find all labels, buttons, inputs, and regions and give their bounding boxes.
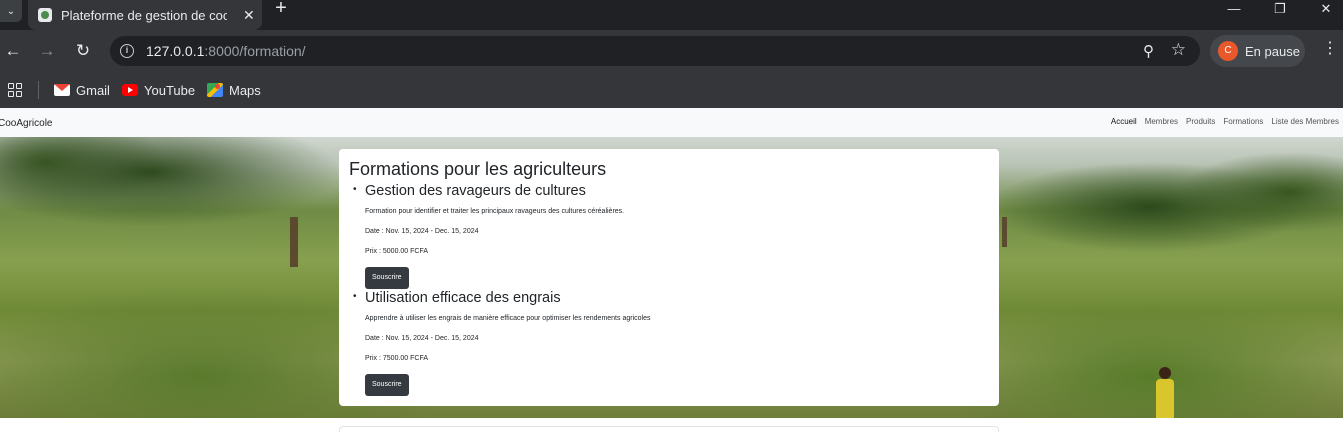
formation-description: Apprendre à utiliser les engrais de mani… — [365, 315, 651, 322]
bookmark-maps[interactable]: Maps — [207, 80, 261, 100]
site-nav-links: Accueil Membres Produits Formations List… — [1111, 117, 1339, 126]
bookmark-label: Gmail — [76, 82, 110, 98]
page-title: Formations pour les agriculteurs — [349, 159, 607, 179]
formation-price: Prix : 5000.00 FCFA — [365, 248, 429, 255]
list-item: • Utilisation efficace des engrais Appre… — [349, 289, 989, 396]
nav-link-accueil[interactable]: Accueil — [1111, 117, 1137, 126]
bookmarks-bar: Gmail YouTube Maps — [0, 72, 1343, 108]
formation-title: Utilisation efficace des engrais — [365, 290, 561, 306]
bookmark-label: Maps — [229, 82, 261, 98]
bullet-icon: • — [353, 184, 357, 195]
tab-title: Plateforme de gestion de coopé — [61, 7, 227, 23]
profile-status: En pause — [1245, 43, 1300, 59]
back-button[interactable]: ← — [0, 38, 26, 64]
nav-link-liste-membres[interactable]: Liste des Membres — [1271, 117, 1339, 126]
new-tab-button[interactable]: + — [272, 0, 290, 18]
bookmark-youtube[interactable]: YouTube — [122, 80, 195, 100]
nav-link-membres[interactable]: Membres — [1145, 117, 1178, 126]
next-card — [339, 426, 999, 432]
zoom-out-icon[interactable]: ⚲ — [1143, 42, 1154, 60]
close-window-button[interactable]: ✕ — [1313, 0, 1339, 18]
formation-date: Date : Nov. 15, 2024 - Dec. 15, 2024 — [365, 335, 479, 342]
site-brand[interactable]: CooAgricole — [0, 118, 52, 129]
browser-tab[interactable]: Plateforme de gestion de coopé ✕ — [28, 0, 262, 30]
site-navbar: CooAgricole Accueil Membres Produits For… — [0, 108, 1343, 137]
farmer-figure — [1154, 367, 1176, 418]
nav-link-produits[interactable]: Produits — [1186, 117, 1215, 126]
chevron-down-icon[interactable]: ⌄ — [0, 0, 22, 22]
reload-button[interactable]: ↻ — [70, 38, 96, 64]
close-tab-icon[interactable]: ✕ — [243, 7, 255, 24]
formation-description: Formation pour identifier et traiter les… — [365, 208, 625, 215]
list-item: • Gestion des ravageurs de cultures Form… — [349, 182, 989, 289]
forward-button[interactable]: → — [34, 38, 60, 64]
tab-strip: ⌄ Plateforme de gestion de coopé ✕ + — ❐… — [0, 0, 1343, 30]
subscribe-button[interactable]: Souscrire — [365, 374, 409, 396]
bullet-icon: • — [353, 291, 357, 302]
address-bar[interactable]: i 127.0.0.1:8000/formation/ ⚲ ☆ — [110, 36, 1200, 66]
formation-title: Gestion des ravageurs de cultures — [365, 183, 586, 199]
browser-menu-icon[interactable]: ⋮ — [1322, 38, 1338, 58]
maps-icon — [207, 83, 223, 97]
apps-grid-icon[interactable] — [8, 83, 22, 97]
url-host: 127.0.0.1 — [146, 43, 205, 59]
restore-button[interactable]: ❐ — [1267, 0, 1293, 18]
bookmarks-divider — [38, 81, 39, 99]
bookmark-gmail[interactable]: Gmail — [54, 80, 110, 100]
web-page: CooAgricole Accueil Membres Produits For… — [0, 108, 1343, 432]
tree-trunk — [290, 217, 298, 267]
subscribe-button[interactable]: Souscrire — [365, 267, 409, 289]
bookmark-label: YouTube — [144, 82, 196, 98]
tree-trunk — [1002, 217, 1007, 247]
youtube-icon — [122, 84, 138, 96]
formation-price: Prix : 7500.00 FCFA — [365, 355, 429, 362]
site-favicon-icon — [38, 8, 52, 22]
url-path: :8000/formation/ — [204, 43, 306, 59]
gmail-icon — [54, 84, 70, 96]
formation-date: Date : Nov. 15, 2024 - Dec. 15, 2024 — [365, 228, 479, 235]
profile-button[interactable]: C En pause — [1210, 35, 1305, 67]
site-info-icon[interactable]: i — [120, 44, 134, 58]
browser-toolbar: ← → ↻ i 127.0.0.1:8000/formation/ ⚲ ☆ C … — [0, 30, 1343, 72]
avatar: C — [1218, 41, 1238, 61]
formations-card: Formations pour les agriculteurs • Gesti… — [339, 149, 999, 406]
minimize-button[interactable]: — — [1221, 0, 1247, 18]
url-text[interactable]: 127.0.0.1:8000/formation/ — [146, 43, 306, 59]
nav-link-formations[interactable]: Formations — [1223, 117, 1263, 126]
bookmark-star-icon[interactable]: ☆ — [1171, 40, 1186, 60]
